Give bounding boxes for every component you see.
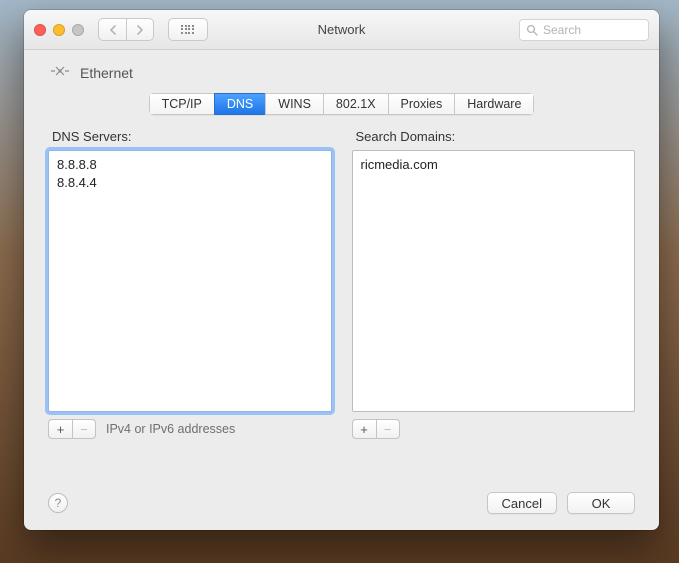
search-placeholder: Search [543, 23, 581, 37]
nav-back-forward [98, 18, 154, 41]
add-search-domain-button[interactable]: + [352, 419, 376, 439]
forward-button[interactable] [126, 18, 154, 41]
cancel-button[interactable]: Cancel [487, 492, 557, 514]
dns-hint: IPv4 or IPv6 addresses [106, 422, 235, 436]
minimize-icon[interactable] [53, 24, 65, 36]
close-icon[interactable] [34, 24, 46, 36]
prefs-window: Network Search Ethernet TCP/IPDNSWINS802… [24, 10, 659, 530]
ok-button[interactable]: OK [567, 492, 635, 514]
tab-dns[interactable]: DNS [214, 93, 265, 115]
back-button[interactable] [98, 18, 126, 41]
remove-search-domain-button[interactable]: − [376, 419, 400, 439]
dns-servers-column: DNS Servers: 8.8.8.88.8.4.4 + − IPv4 or … [48, 129, 332, 440]
list-item[interactable]: 8.8.4.4 [57, 174, 323, 192]
dns-servers-add-remove: + − [48, 419, 96, 439]
tab-hardware[interactable]: Hardware [454, 93, 534, 115]
help-button[interactable]: ? [48, 493, 68, 513]
search-input[interactable]: Search [519, 19, 649, 41]
add-dns-server-button[interactable]: + [48, 419, 72, 439]
remove-dns-server-button[interactable]: − [72, 419, 96, 439]
list-item[interactable]: ricmedia.com [361, 156, 627, 174]
show-all-button[interactable] [168, 18, 208, 41]
list-item[interactable]: 8.8.8.8 [57, 156, 323, 174]
tab-proxies[interactable]: Proxies [388, 93, 455, 115]
search-domains-label: Search Domains: [356, 129, 636, 144]
footer: ? Cancel OK [48, 484, 635, 518]
zoom-icon[interactable] [72, 24, 84, 36]
breadcrumb[interactable]: Ethernet [48, 62, 635, 93]
dns-panel: DNS Servers: 8.8.8.88.8.4.4 + − IPv4 or … [48, 123, 635, 518]
tab-wins[interactable]: WINS [265, 93, 323, 115]
search-domains-column: Search Domains: ricmedia.com + − [352, 129, 636, 440]
breadcrumb-label: Ethernet [80, 65, 133, 81]
search-domains-list[interactable]: ricmedia.com [352, 150, 636, 412]
tab-tcpip[interactable]: TCP/IP [149, 93, 214, 115]
ethernet-icon [50, 64, 70, 81]
titlebar: Network Search [24, 10, 659, 50]
search-domains-add-remove: + − [352, 419, 400, 439]
tab-bar: TCP/IPDNSWINS802.1XProxiesHardware [48, 93, 635, 115]
dns-servers-label: DNS Servers: [52, 129, 332, 144]
grid-icon [181, 25, 195, 35]
content: Ethernet TCP/IPDNSWINS802.1XProxiesHardw… [24, 50, 659, 530]
tab-8021x[interactable]: 802.1X [323, 93, 388, 115]
search-icon [526, 24, 538, 36]
dns-servers-list[interactable]: 8.8.8.88.8.4.4 [48, 150, 332, 412]
window-controls [34, 24, 84, 36]
